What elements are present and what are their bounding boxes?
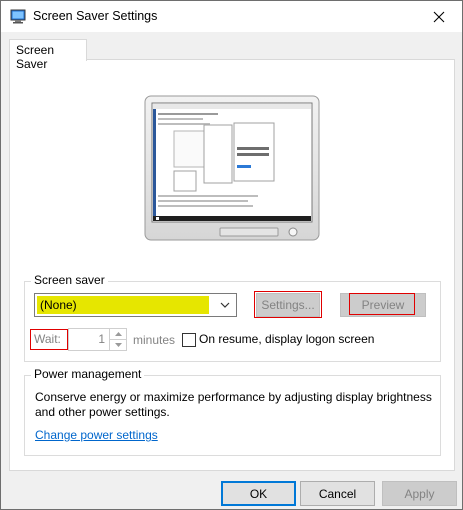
wait-annotation-box <box>30 329 68 350</box>
tab-label: Screen Saver <box>16 43 55 71</box>
cancel-button[interactable]: Cancel <box>300 481 375 506</box>
title-bar: Screen Saver Settings <box>1 1 462 32</box>
minutes-label: minutes <box>133 333 176 347</box>
chevron-down-icon[interactable] <box>214 294 236 316</box>
change-power-settings-link[interactable]: Change power settings <box>35 428 158 442</box>
spinner-buttons <box>109 329 126 350</box>
window-title: Screen Saver Settings <box>33 9 158 23</box>
apply-button[interactable]: Apply <box>382 481 457 506</box>
apply-button-label: Apply <box>404 486 435 501</box>
spinner-down-button[interactable] <box>110 340 126 350</box>
power-management-group-label: Power management <box>31 367 145 381</box>
ok-button-label: OK <box>249 486 268 501</box>
wait-value: 1 <box>98 332 105 346</box>
ok-button[interactable]: OK <box>221 481 296 506</box>
wait-minutes-spinner[interactable]: 1 <box>68 328 127 351</box>
logon-screen-checkbox-label[interactable]: On resume, display logon screen <box>199 332 374 346</box>
spinner-up-button[interactable] <box>110 329 126 340</box>
monitor-preview <box>144 95 320 241</box>
screen-saver-group-label: Screen saver <box>31 273 108 287</box>
screen-saver-settings-window: Screen Saver Settings Screen Saver Scree… <box>0 0 463 510</box>
cancel-button-label: Cancel <box>318 486 357 501</box>
tab-screen-saver[interactable]: Screen Saver <box>9 39 87 71</box>
preview-annotation-box <box>349 293 415 315</box>
screen-saver-app-icon <box>10 8 26 24</box>
settings-annotation-box <box>254 291 322 318</box>
power-description: Conserve energy or maximize performance … <box>35 390 432 419</box>
dropdown-selected-value: (None) <box>40 298 77 312</box>
close-icon <box>433 11 445 22</box>
screen-saver-dropdown[interactable]: (None) <box>34 293 237 317</box>
logon-screen-checkbox[interactable] <box>182 333 196 347</box>
close-button[interactable] <box>416 1 462 32</box>
